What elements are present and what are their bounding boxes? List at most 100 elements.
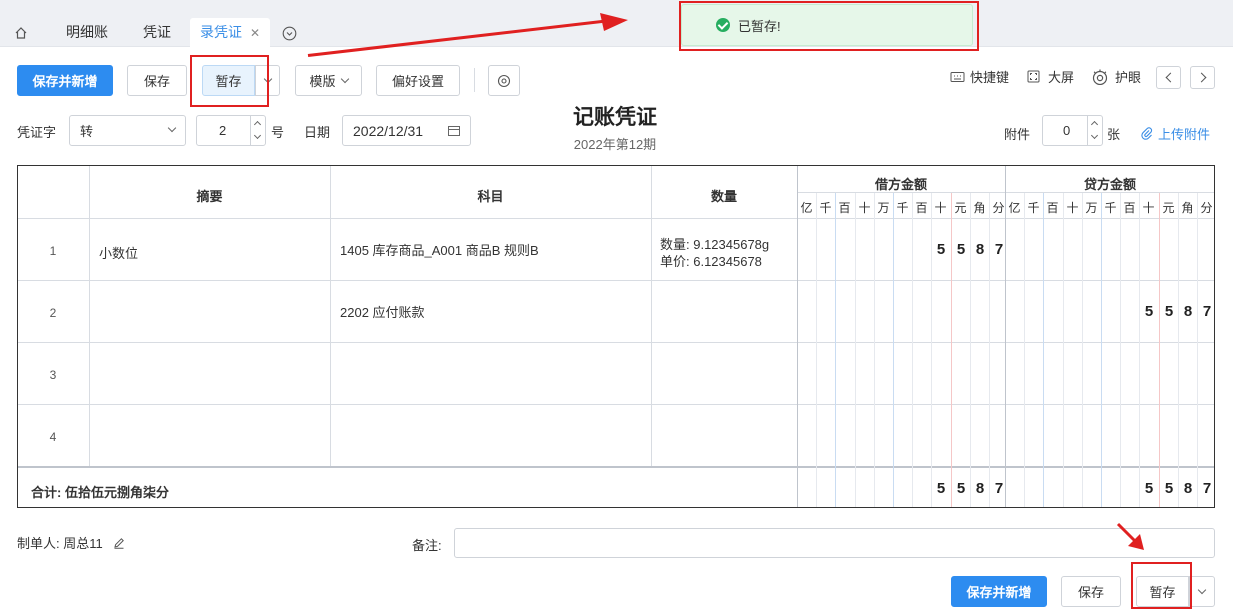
eye-care-label: 护眼 xyxy=(1115,70,1142,85)
digit-divider xyxy=(1063,193,1064,507)
digit-divider xyxy=(1159,193,1160,507)
tab-home[interactable] xyxy=(14,18,30,47)
row-divider xyxy=(18,280,1214,281)
eye-circle-icon xyxy=(497,74,511,87)
chevron-down-icon xyxy=(253,131,262,140)
attachment-count-value: 0 xyxy=(1063,123,1071,138)
tab-label: 凭证 xyxy=(143,24,171,40)
chevron-down-circle-icon xyxy=(282,26,297,41)
digit-divider xyxy=(893,193,894,507)
tab-record-voucher[interactable]: 录凭证 ✕ xyxy=(190,18,271,47)
tab-detail-ledger[interactable]: 明细账 xyxy=(66,18,108,47)
column-header-credit: 贷方金额 xyxy=(1083,177,1136,192)
date-picker[interactable]: 2022/12/31 xyxy=(342,115,471,146)
shortcuts-label: 快捷键 xyxy=(970,70,1010,85)
unit-price-cell[interactable]: 单价: 6.12345678 xyxy=(660,251,762,270)
amount-digit: 8 xyxy=(1183,480,1193,497)
highlight-box xyxy=(190,55,269,107)
column-header-summary: 摘要 xyxy=(196,189,223,204)
prev-voucher-button[interactable] xyxy=(1156,66,1181,89)
remark-input[interactable] xyxy=(454,528,1215,558)
voucher-period: 2022年第12期 xyxy=(573,137,657,152)
digit-divider xyxy=(912,193,913,507)
upload-attachment-label: 上传附件 xyxy=(1158,127,1211,142)
digit-header: 百 xyxy=(1123,201,1136,215)
button-label: 保存 xyxy=(1077,585,1104,600)
digit-header: 十 xyxy=(934,201,947,215)
stepper-arrows[interactable] xyxy=(250,116,265,145)
template-button[interactable]: 模版 xyxy=(295,65,362,96)
save-button[interactable]: 保存 xyxy=(127,65,187,96)
digit-header: 角 xyxy=(1181,201,1194,215)
row-number: 4 xyxy=(49,430,57,444)
save-and-new-button[interactable]: 保存并新增 xyxy=(17,65,113,96)
tab-voucher[interactable]: 凭证 xyxy=(143,18,171,47)
view-toggle-button[interactable] xyxy=(488,65,520,96)
voucher-table xyxy=(17,165,1215,508)
digit-divider xyxy=(1139,193,1140,507)
fullscreen-label: 大屏 xyxy=(1048,70,1075,85)
upload-attachment-link[interactable]: 上传附件 xyxy=(1141,124,1210,143)
chevron-down-icon xyxy=(167,123,177,133)
total-label: 合计: 伍拾伍元捌角柒分 xyxy=(31,485,169,500)
digit-divider xyxy=(855,193,856,507)
highlight-box xyxy=(1131,562,1192,609)
attachment-count-stepper[interactable]: 0 xyxy=(1042,115,1103,146)
amount-digit: 8 xyxy=(975,241,985,258)
row-divider xyxy=(18,404,1214,405)
digit-header: 百 xyxy=(915,201,928,215)
summary-cell[interactable]: 小数位 xyxy=(99,243,138,262)
maker-info: 制单人: 周总11 xyxy=(17,533,125,552)
chevron-down-icon xyxy=(1197,585,1207,595)
edit-icon[interactable] xyxy=(113,537,125,549)
column-divider xyxy=(1005,166,1006,507)
digit-header: 亿 xyxy=(1008,201,1021,215)
preferences-button[interactable]: 偏好设置 xyxy=(376,65,460,96)
amount-digit: 5 xyxy=(1144,480,1154,497)
close-icon[interactable]: ✕ xyxy=(250,26,260,40)
amount-digit: 7 xyxy=(1202,303,1212,320)
calendar-icon xyxy=(448,126,460,136)
remark-label: 备注: xyxy=(412,538,442,553)
digit-header: 分 xyxy=(1200,201,1213,215)
digit-divider xyxy=(874,193,875,507)
fullscreen-icon xyxy=(1027,70,1040,83)
digit-header: 万 xyxy=(1085,201,1098,215)
voucher-word-value: 转 xyxy=(80,124,94,139)
amount-digit: 8 xyxy=(975,480,985,497)
footer-save-button[interactable]: 保存 xyxy=(1061,576,1121,607)
next-voucher-button[interactable] xyxy=(1190,66,1215,89)
shortcuts-button[interactable]: 快捷键 xyxy=(950,67,1009,86)
account-cell[interactable]: 1405 库存商品_A001 商品B 规则B xyxy=(340,240,539,259)
voucher-title: 记账凭证 xyxy=(573,106,657,129)
chevron-down-icon xyxy=(340,74,349,84)
digit-divider xyxy=(835,193,836,507)
amount-digit: 5 xyxy=(936,480,946,497)
maker-label: 制单人: 周总11 xyxy=(17,536,103,551)
digit-header: 亿 xyxy=(800,201,813,215)
account-cell[interactable]: 2202 应付账款 xyxy=(340,302,425,321)
digit-header: 百 xyxy=(1046,201,1059,215)
digit-divider xyxy=(1024,193,1025,507)
column-header-quantity: 数量 xyxy=(710,189,737,204)
stepper-arrows[interactable] xyxy=(1087,116,1102,145)
voucher-number-value: 2 xyxy=(219,123,227,138)
row-divider xyxy=(18,342,1214,343)
voucher-word-select[interactable]: 转 xyxy=(69,115,186,146)
voucher-number-stepper[interactable]: 2 xyxy=(196,115,266,146)
voucher-word-label: 凭证字 xyxy=(17,125,57,140)
digit-divider xyxy=(1178,193,1179,507)
footer-temp-save-dropdown[interactable] xyxy=(1189,576,1215,607)
fullscreen-button[interactable]: 大屏 xyxy=(1027,67,1074,86)
chevron-down-icon xyxy=(1090,131,1099,140)
amount-digit: 8 xyxy=(1183,303,1193,320)
arrow-head-icon xyxy=(600,13,628,31)
tab-more-button[interactable] xyxy=(282,22,298,42)
column-divider xyxy=(797,166,798,507)
amount-digit: 7 xyxy=(1202,480,1212,497)
chevron-up-icon xyxy=(1090,120,1099,129)
footer-save-and-new-button[interactable]: 保存并新增 xyxy=(951,576,1047,607)
eye-care-button[interactable]: 护眼 xyxy=(1091,67,1141,86)
toolbar-divider xyxy=(474,68,475,92)
button-label: 保存并新增 xyxy=(32,74,98,89)
